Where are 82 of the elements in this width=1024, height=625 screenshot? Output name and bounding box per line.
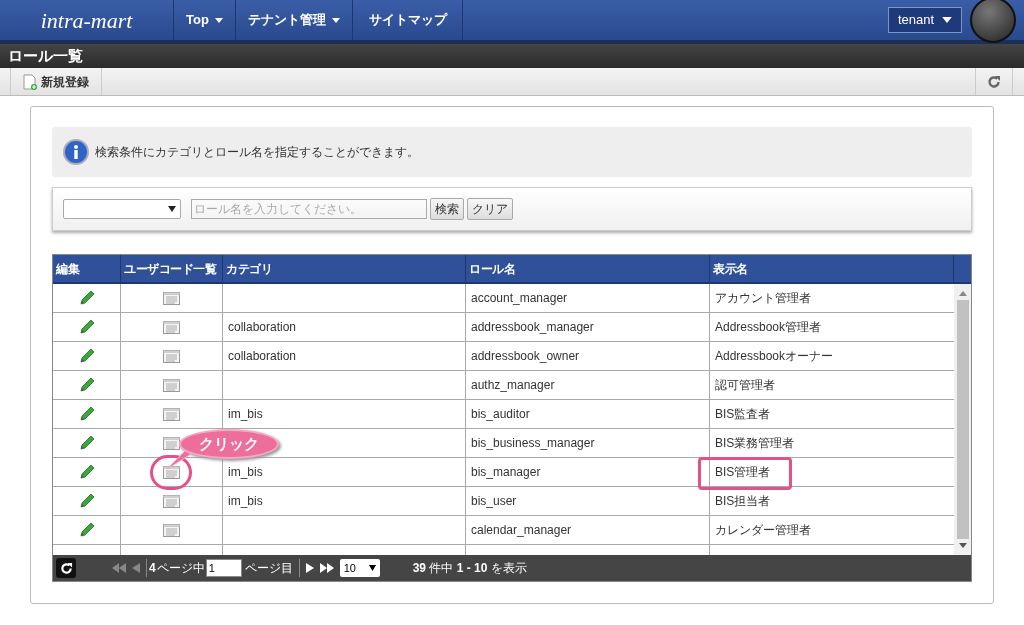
pencil-icon[interactable] [78, 522, 95, 538]
table-cell-text: BIS監査者 [714, 406, 772, 423]
list-icon[interactable] [163, 436, 180, 450]
table-cell: account_manager [466, 284, 710, 312]
scrollbar[interactable] [954, 284, 971, 555]
table-cell-text: カレンダー管理者 [714, 522, 812, 539]
scroll-up-icon[interactable] [958, 291, 967, 296]
caret-icon [214, 17, 223, 23]
refresh-button[interactable] [56, 558, 76, 578]
column-header: 編集 [53, 255, 121, 282]
column-header: カテゴリ [223, 255, 466, 282]
search-form-button[interactable]: クリア [467, 198, 513, 220]
page-count: 4 [149, 560, 156, 577]
page-label: ページ目 [244, 560, 293, 577]
new-register-button[interactable]: 新規登録 [11, 68, 102, 95]
table-cell: bis_auditor [466, 400, 710, 428]
table-cell: BIS管理者 [710, 458, 954, 486]
pencil-icon[interactable] [78, 464, 95, 480]
page-title: ロール一覧 [8, 45, 83, 66]
table-cell: collaboration [223, 313, 466, 341]
per-page-select[interactable]: 10 [339, 559, 380, 577]
column-header: ユーザコード一覧 [121, 255, 223, 282]
list-icon[interactable] [163, 349, 180, 363]
caret-icon [332, 17, 340, 23]
table-cell: collaboration [223, 342, 466, 370]
pencil-icon[interactable] [78, 406, 95, 422]
pencil-icon[interactable] [78, 290, 95, 306]
list-icon[interactable] [163, 407, 180, 421]
last-page-icon[interactable] [319, 563, 334, 573]
tenant-dropdown[interactable]: tenant [888, 7, 962, 33]
table-cell-text: アカウント管理者 [714, 290, 812, 307]
column-header: 表示名 [710, 255, 954, 282]
first-page-icon[interactable] [112, 563, 126, 573]
table-cell: addressbook_owner [466, 342, 710, 370]
nav-menu-item[interactable]: サイトマップ [353, 0, 463, 40]
category-select[interactable] [63, 199, 181, 219]
table-cell: im_bis [223, 487, 466, 515]
caret-icon [168, 206, 176, 212]
list-icon[interactable] [163, 494, 180, 508]
column-header: ロール名 [466, 255, 710, 282]
info-message: 検索条件にカテゴリとロール名を指定することができます。 [95, 144, 419, 161]
refresh-icon [987, 74, 1001, 89]
table-cell: im_bis [223, 400, 466, 428]
nav-menu-item[interactable]: Top [174, 0, 236, 40]
search-form-button[interactable]: 検索 [430, 198, 464, 220]
info-icon [63, 139, 89, 165]
page-count-label: ページ中 [156, 560, 205, 577]
role-name-input[interactable]: ロール名を入力してください。 [191, 199, 427, 219]
table-cell: bis_manager [466, 458, 710, 486]
list-icon[interactable] [163, 378, 180, 392]
refresh-icon [59, 561, 73, 575]
logo: intra-mart [40, 6, 133, 35]
scroll-down-icon[interactable] [958, 543, 967, 548]
pencil-icon[interactable] [78, 493, 95, 509]
callout-bubble: クリック [179, 429, 279, 459]
list-icon[interactable] [163, 523, 180, 537]
user-avatar-icon[interactable] [970, 0, 1016, 43]
pencil-icon[interactable] [78, 377, 95, 393]
pencil-icon[interactable] [78, 348, 95, 364]
table-cell-text: Addressbookオーナー [714, 348, 835, 365]
list-icon[interactable] [163, 465, 180, 479]
table-cell-text: BIS担当者 [714, 493, 772, 510]
table-cell: bis_user [466, 487, 710, 515]
pencil-icon[interactable] [78, 319, 95, 335]
table-cell: bis_business_manager [466, 429, 710, 457]
table-cell-text: BIS業務管理者 [714, 435, 796, 452]
next-page-icon[interactable] [305, 563, 314, 573]
list-icon[interactable] [163, 320, 180, 334]
table-cell: authz_manager [466, 371, 710, 399]
table-cell: calendar_manager [466, 516, 710, 544]
list-icon[interactable] [163, 291, 180, 305]
new-document-icon [23, 73, 37, 90]
previous-page-icon[interactable] [132, 563, 140, 573]
page-input[interactable]: 1 [205, 559, 242, 577]
caret-icon [942, 17, 953, 23]
table-cell-text: Addressbook管理者 [714, 319, 823, 336]
pencil-icon[interactable] [78, 435, 95, 451]
record-summary: 39 件中 1 - 10 を表示 [412, 560, 527, 577]
caret-icon [368, 565, 376, 571]
table-cell-text: 認可管理者 [714, 377, 776, 394]
table-cell: addressbook_manager [466, 313, 710, 341]
nav-menu-item[interactable]: テナント管理 [236, 0, 353, 40]
